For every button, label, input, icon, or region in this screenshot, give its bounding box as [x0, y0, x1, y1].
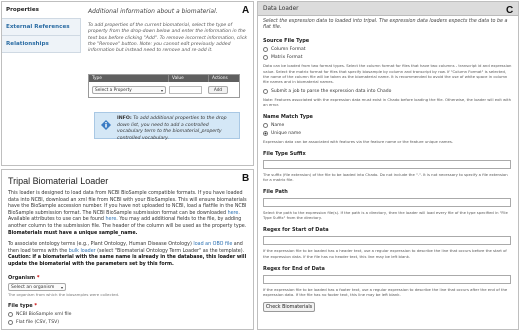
tab-external-references[interactable]: External References — [2, 19, 81, 36]
properties-table: Type Value Actions Select a Property Add — [88, 74, 240, 98]
regex-end-title: Regex for End of Data — [263, 265, 325, 272]
radio-button[interactable] — [263, 47, 268, 53]
file-type-label: File type * — [8, 302, 37, 309]
source-file-type-title: Source File Type — [263, 38, 310, 45]
name-match-type-title: Name Match Type — [263, 113, 313, 120]
info-icon — [101, 120, 111, 130]
column-header-value: Value — [169, 75, 209, 82]
load-obo-link[interactable]: load an OBO file — [193, 242, 232, 247]
regex-start-title: Regex for Start of Data — [263, 227, 329, 234]
download-format-link[interactable]: here — [228, 211, 239, 216]
info-lead: INFO: — [117, 116, 132, 121]
tab-properties[interactable]: Properties — [2, 2, 81, 19]
biomaterial-properties-panel: Properties External References Relations… — [1, 1, 254, 166]
file-type-suffix-input[interactable] — [263, 160, 511, 170]
submit-job-help: Note: Features associated with the expre… — [263, 96, 512, 107]
properties-description: To add properties of the current biomate… — [88, 23, 248, 54]
radio-button[interactable] — [263, 130, 268, 136]
radio-button[interactable] — [263, 122, 268, 128]
organism-help: The organism from which the biosamples w… — [8, 291, 120, 297]
property-type-select[interactable]: Select a Property — [92, 85, 166, 94]
unique-name-note: Biomaterials must have a unique sample_n… — [8, 230, 138, 236]
file-type-option-xml[interactable]: NCBI BioSample xml file — [8, 311, 247, 317]
option-label: Name — [271, 122, 285, 128]
loader-description: This loader is designed to load data fro… — [8, 191, 247, 237]
source-file-type-help: Data can be loaded from two format types… — [263, 63, 512, 84]
description-text: (select "Biomaterial Ontology Term Loade… — [95, 248, 245, 254]
option-unique-name[interactable]: Unique name — [263, 130, 513, 136]
file-type-suffix-help: The suffix (file extension) of the file … — [263, 172, 508, 183]
option-label: Matrix Format — [271, 55, 303, 61]
radio-button[interactable] — [8, 311, 13, 317]
radio-button[interactable] — [8, 319, 13, 325]
regex-start-help: If the expression file to be loaded has … — [263, 248, 507, 259]
info-message: INFO: To add additional properties to th… — [94, 112, 240, 141]
vertical-tabs: Properties External References Relations… — [2, 2, 81, 53]
file-path-input[interactable] — [263, 198, 511, 208]
bulk-loader-link[interactable]: bulk loader — [69, 249, 96, 254]
properties-content: Additional information about a biomateri… — [88, 8, 250, 54]
biomaterial-loader-panel: B Tripal Biomaterial Loader This loader … — [1, 169, 254, 330]
panel-label-c: C — [506, 5, 514, 16]
add-button[interactable]: Add — [208, 85, 228, 94]
attributes-link[interactable]: here — [105, 217, 116, 222]
file-path-title: File Path — [263, 189, 288, 196]
check-biomaterials-button[interactable]: Check Biomaterials — [263, 301, 315, 312]
file-path-help: Select the path to the expression file(s… — [263, 210, 508, 221]
option-matrix-format[interactable]: Matrix Format — [263, 55, 513, 61]
property-value-input[interactable] — [169, 85, 202, 94]
loader-intro: Select the expression data to loaded int… — [263, 19, 508, 31]
name-match-help: Expression data can be associated with f… — [263, 138, 454, 144]
option-column-format[interactable]: Column Format — [263, 47, 513, 53]
option-label: Flat file (CSV, TSV) — [16, 319, 60, 325]
panel-label-a: A — [242, 5, 250, 16]
page-title: Tripal Biomaterial Loader — [8, 176, 109, 186]
column-header-type: Type — [89, 75, 169, 82]
submit-job-checkbox[interactable]: Submit a job to parse the expression dat… — [263, 88, 513, 94]
column-header-actions: Actions — [212, 76, 228, 81]
regex-start-input[interactable] — [263, 236, 511, 246]
option-label: Unique name — [271, 130, 302, 136]
ontology-description: To associate ontology terms (e.g., Plant… — [8, 242, 247, 268]
panel-label-b: B — [242, 173, 250, 184]
file-type-option-flat[interactable]: Flat file (CSV, TSV) — [8, 319, 247, 325]
caution-note: Caution: if a biomaterial with the same … — [8, 255, 247, 267]
option-label: Submit a job to parse the expression dat… — [271, 88, 392, 94]
tab-relationships[interactable]: Relationships — [2, 36, 81, 53]
radio-button[interactable] — [263, 55, 268, 61]
panel-header: Data Loader — [258, 2, 518, 16]
description-text: This loader is designed to load data fro… — [8, 191, 247, 216]
table-header-row: Type Value Actions — [89, 75, 239, 82]
option-label: Column Format — [271, 47, 306, 53]
option-name[interactable]: Name — [263, 122, 513, 128]
regex-end-input[interactable] — [263, 274, 511, 284]
table-row: Select a Property Add — [89, 82, 239, 97]
option-label: NCBI BioSample xml file — [16, 311, 72, 317]
data-loader-panel: Data Loader C Select the expression data… — [257, 1, 519, 330]
organism-label: Organism * — [8, 274, 40, 281]
file-type-suffix-title: File Type Suffix — [263, 151, 306, 158]
properties-title: Additional information about a biomateri… — [88, 8, 218, 15]
organism-select[interactable]: Select an organism — [8, 282, 66, 291]
checkbox[interactable] — [263, 88, 268, 94]
info-text: To add additional properties to the drop… — [117, 116, 227, 141]
description-text: To associate ontology terms (e.g., Plant… — [8, 242, 194, 248]
regex-end-help: If the expression file to be loaded has … — [263, 286, 508, 297]
